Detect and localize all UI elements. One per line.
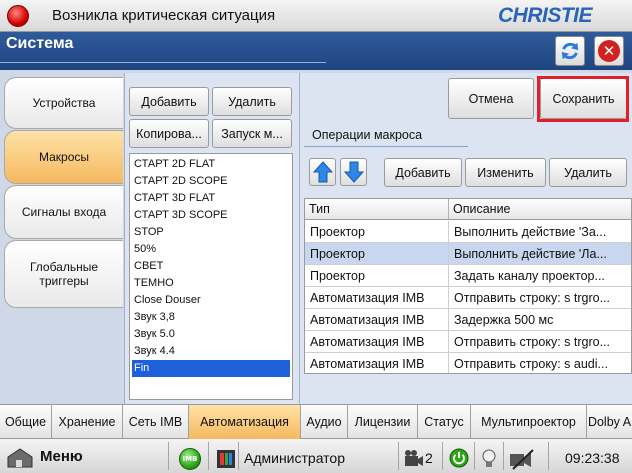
column-header-description[interactable]: Описание [449, 199, 631, 220]
left-tab-panel: Устройства Макросы Сигналы входа Глобаль… [0, 73, 124, 404]
cancel-button[interactable]: Отмена [448, 78, 534, 119]
tab-dolby[interactable]: Dolby A [587, 405, 632, 439]
page-title: Система [6, 35, 74, 52]
critical-status-icon[interactable] [7, 5, 29, 27]
move-down-button[interactable] [340, 158, 367, 186]
list-item[interactable]: 50% [132, 241, 290, 258]
tab-general[interactable]: Общие [0, 405, 52, 439]
close-icon: ✕ [598, 40, 620, 62]
edit-operation-button[interactable]: Изменить [465, 158, 546, 187]
list-item-selected[interactable]: Fin [132, 360, 290, 377]
operations-table[interactable]: Тип Описание Проектор Выполнить действие… [304, 198, 632, 374]
title-underline [0, 62, 326, 63]
refresh-button[interactable] [555, 36, 585, 66]
tab-input-signals[interactable]: Сигналы входа [4, 185, 123, 239]
lamp-icon[interactable] [481, 448, 497, 473]
table-row[interactable]: Автоматизация IMB Отправить строку: s tr… [305, 287, 631, 309]
list-item[interactable]: СВЕТ [132, 258, 290, 275]
list-item[interactable]: Звук 4.4 [132, 343, 290, 360]
delete-macro-button[interactable]: Удалить [212, 87, 292, 116]
camera-count: 2 [425, 450, 433, 466]
heading-underline [304, 146, 468, 147]
tab-licenses[interactable]: Лицензии [348, 405, 418, 439]
title-bar [0, 32, 632, 70]
arrow-down-icon [343, 161, 364, 183]
power-icon[interactable] [449, 448, 469, 471]
add-operation-button[interactable]: Добавить [384, 158, 462, 187]
operations-heading: Операции макроса [312, 128, 423, 142]
tab-macros[interactable]: Макросы [4, 130, 123, 184]
separator [474, 442, 475, 470]
list-item[interactable]: Close Douser [132, 292, 290, 309]
list-item[interactable]: STOP [132, 224, 290, 241]
list-item[interactable]: СТАРТ 3D SCOPE [132, 207, 290, 224]
list-item[interactable]: СТАРТ 3D FLAT [132, 190, 290, 207]
arrow-up-icon [312, 161, 333, 183]
macro-list[interactable]: СТАРТ 2D FLAT СТАРТ 2D SCOPE СТАРТ 3D FL… [129, 153, 293, 400]
list-item[interactable]: Звук 5.0 [132, 326, 290, 343]
table-row[interactable]: Автоматизация IMB Отправить строку: s au… [305, 353, 631, 373]
alert-message[interactable]: Возникла критическая ситуация [52, 7, 275, 24]
camera-icon[interactable] [404, 449, 424, 472]
tab-global-triggers[interactable]: Глобальные триггеры [4, 240, 123, 308]
column-header-type[interactable]: Тип [305, 199, 449, 220]
separator [503, 442, 504, 470]
projector-icon[interactable] [216, 449, 236, 472]
tab-devices[interactable]: Устройства [4, 77, 123, 129]
user-label[interactable]: Администратор [244, 450, 345, 466]
separator [238, 442, 239, 470]
add-macro-button[interactable]: Добавить [129, 87, 209, 116]
run-macro-button[interactable]: Запуск м... [212, 119, 292, 148]
table-row[interactable]: Автоматизация IMB Задержка 500 мс [305, 309, 631, 331]
refresh-icon [561, 42, 579, 60]
tab-imb-network[interactable]: Сеть IMB [123, 405, 189, 439]
table-row[interactable]: Проектор Задать каналу проектор... [305, 265, 631, 287]
tab-storage[interactable]: Хранение [52, 405, 123, 439]
separator [442, 442, 443, 470]
tab-status[interactable]: Статус [418, 405, 471, 439]
separator [398, 442, 399, 470]
table-row[interactable]: Автоматизация IMB Отправить строку: s tr… [305, 331, 631, 353]
move-up-button[interactable] [309, 158, 336, 186]
copy-macro-button[interactable]: Копирова... [129, 119, 209, 148]
menu-button[interactable]: Меню [40, 448, 83, 465]
delete-operation-button[interactable]: Удалить [549, 158, 627, 187]
imb-status-icon[interactable]: IMB [179, 448, 201, 470]
list-item[interactable]: СТАРТ 2D FLAT [132, 156, 290, 173]
douser-icon[interactable] [509, 448, 537, 473]
tab-multiprojector[interactable]: Мультипроектор [471, 405, 587, 439]
table-row-selected[interactable]: Проектор Выполнить действие 'Ла... [305, 243, 631, 265]
bottom-tab-bar: Общие Хранение Сеть IMB Автоматизация Ау… [0, 404, 632, 439]
tab-automation[interactable]: Автоматизация [189, 405, 301, 439]
tab-audio[interactable]: Аудио [301, 405, 348, 439]
table-row[interactable]: Проектор Выполнить действие 'За... [305, 221, 631, 243]
save-highlight-box [537, 76, 629, 122]
clock: 09:23:38 [565, 450, 620, 466]
list-item[interactable]: СТАРТ 2D SCOPE [132, 173, 290, 190]
home-icon [7, 448, 33, 468]
list-item[interactable]: Звук 3,8 [132, 309, 290, 326]
home-button[interactable] [6, 446, 34, 473]
separator [208, 442, 209, 470]
close-button[interactable]: ✕ [594, 36, 624, 66]
list-item[interactable]: ТЕМНО [132, 275, 290, 292]
separator [548, 442, 549, 470]
christie-logo: CHRISTIE [498, 4, 593, 27]
separator [168, 442, 169, 470]
